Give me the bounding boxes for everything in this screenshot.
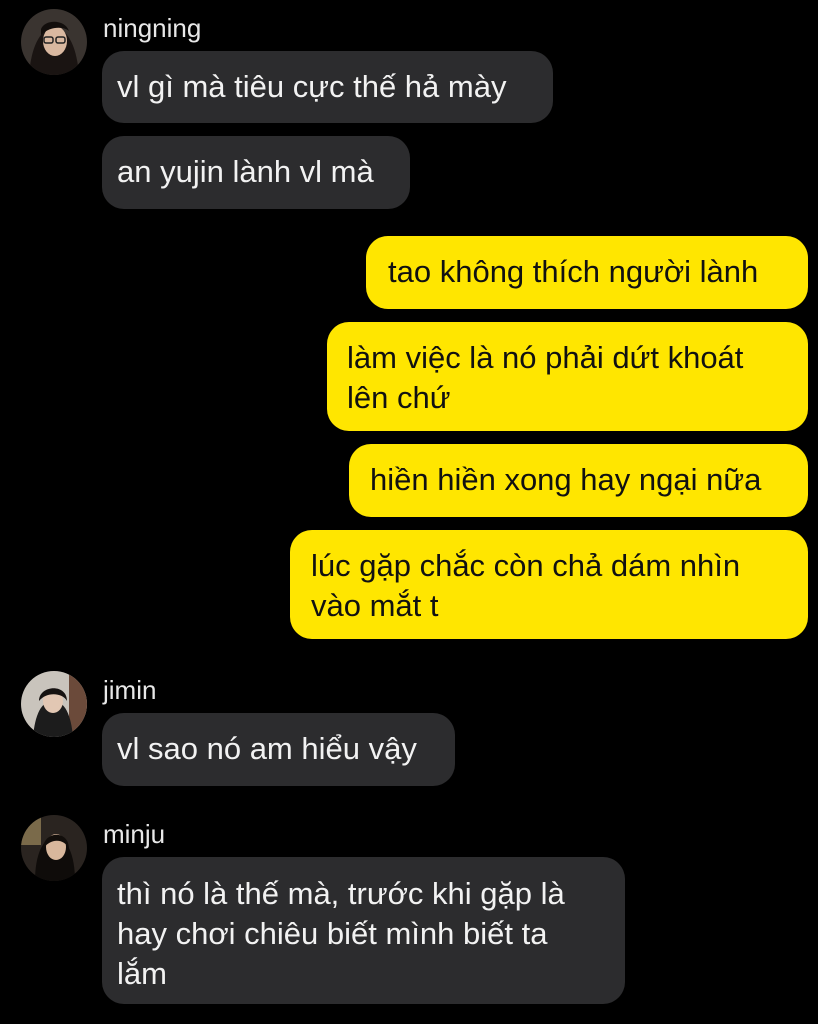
sender-name: ningning	[103, 13, 202, 43]
sender-name: jimin	[103, 675, 157, 705]
avatar-jimin[interactable]	[21, 671, 87, 737]
avatar-photo-icon	[21, 9, 87, 75]
avatar-photo-icon	[21, 815, 87, 881]
message-bubble-outgoing[interactable]: hiền hiền xong hay ngại nữa	[349, 444, 808, 517]
avatar-ningning[interactable]	[21, 9, 87, 75]
message-bubble-outgoing[interactable]: lúc gặp chắc còn chả dám nhìn vào mắt t	[290, 530, 808, 639]
message-bubble-incoming[interactable]: an yujin lành vl mà	[102, 136, 410, 209]
avatar-photo-icon	[21, 671, 87, 737]
message-bubble-incoming[interactable]: vl sao nó am hiểu vậy	[102, 713, 455, 786]
message-bubble-incoming[interactable]: vl gì mà tiêu cực thế hả mày	[102, 51, 553, 123]
message-bubble-outgoing[interactable]: tao không thích người lành	[366, 236, 808, 309]
message-bubble-outgoing[interactable]: làm việc là nó phải dứt khoát lên chứ	[327, 322, 808, 431]
sender-name: minju	[103, 819, 166, 849]
message-bubble-incoming[interactable]: thì nó là thế mà, trước khi gặp là hay c…	[102, 857, 625, 1004]
avatar-minju[interactable]	[21, 815, 87, 881]
